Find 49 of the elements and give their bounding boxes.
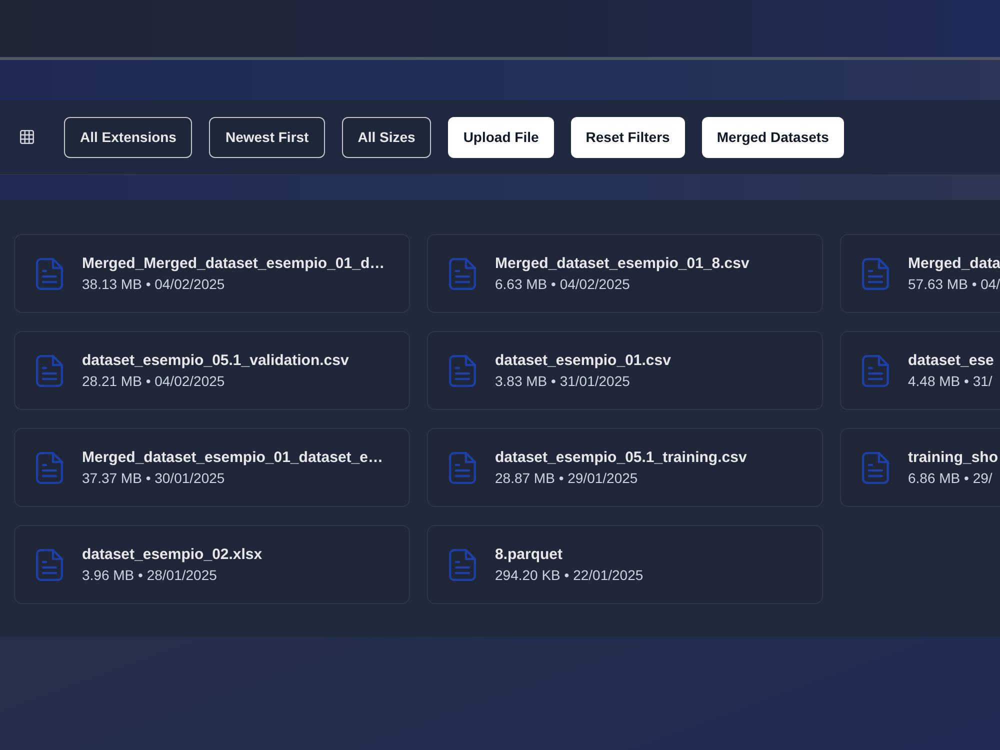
document-icon <box>36 354 63 386</box>
file-card[interactable]: dataset_ese 4.48 MB • 31/ <box>840 331 1000 410</box>
file-name: dataset_esempio_01.csv <box>495 350 671 370</box>
document-icon <box>449 548 476 580</box>
file-card[interactable]: Merged_dataset_esempio_01_8.csv 6.63 MB • 04/02/2025 <box>427 234 823 313</box>
document-icon <box>36 548 63 580</box>
file-name: training_sho <box>908 448 998 468</box>
document-icon <box>862 452 889 484</box>
file-name: dataset_ese <box>908 350 994 370</box>
file-card[interactable]: 8.parquet 294.20 KB • 22/01/2025 <box>427 525 823 604</box>
file-card[interactable]: dataset_esempio_05.1_validation.csv 28.21 MB • 04/02/2025 <box>14 331 410 410</box>
document-icon <box>862 258 889 290</box>
document-icon <box>862 354 889 386</box>
file-card[interactable]: Merged_Merged_dataset_esempio_01_d… 38.13 MB • 04/02/2025 <box>14 234 410 313</box>
file-card[interactable]: dataset_esempio_02.xlsx 3.96 MB • 28/01/2025 <box>14 525 410 604</box>
file-name: 8.parquet <box>495 544 564 564</box>
document-icon <box>36 452 63 484</box>
file-card[interactable]: Merged_dataset_esempio_01_dataset_e… 37.37 MB • 30/01/2025 <box>14 428 410 507</box>
file-card[interactable]: training_sho 6.86 MB • 29/ <box>840 428 1000 507</box>
file-meta: 6.63 MB • 04/02/2025 <box>495 274 631 294</box>
file-meta: 294.20 KB • 22/01/2025 <box>495 566 644 584</box>
file-name: dataset_esempio_05.1_validation.csv <box>82 350 349 370</box>
action-button[interactable]: Reset Filters <box>570 116 685 158</box>
file-meta: 38.13 MB • 04/02/2025 <box>82 274 226 294</box>
file-meta: 57.63 MB • 04/ <box>908 274 1000 294</box>
file-meta: 28.21 MB • 04/02/2025 <box>82 372 226 390</box>
action-button[interactable]: Merged Datasets <box>702 116 844 158</box>
file-meta: 4.48 MB • 31/ <box>908 372 994 390</box>
file-card[interactable]: dataset_esempio_01.csv 3.83 MB • 31/01/2025 <box>427 331 823 410</box>
document-icon <box>36 258 63 290</box>
file-name: Merged_dataset_esempio_01_8.csv <box>495 254 750 274</box>
filter-dropdown[interactable]: All Extensions <box>64 116 192 158</box>
file-meta: 3.96 MB • 28/01/2025 <box>82 566 218 584</box>
file-meta: 37.37 MB • 30/01/2025 <box>82 468 226 488</box>
file-name: dataset_esempio_02.xlsx <box>82 544 262 564</box>
file-meta: 3.83 MB • 31/01/2025 <box>495 372 631 390</box>
file-meta: 28.87 MB • 29/01/2025 <box>495 468 639 488</box>
document-icon <box>449 258 476 290</box>
grid-view-icon[interactable] <box>20 130 34 144</box>
filter-dropdown[interactable]: Newest First <box>209 116 325 158</box>
document-icon <box>449 354 476 386</box>
file-meta: 6.86 MB • 29/ <box>908 468 994 488</box>
document-icon <box>449 452 476 484</box>
file-name: dataset_esempio_05.1_training.csv <box>495 448 747 468</box>
file-name: Merged_dataset_esempio_01_dataset_e… <box>82 448 383 468</box>
filter-dropdown[interactable]: All Sizes <box>342 116 432 158</box>
action-button[interactable]: Upload File <box>448 116 554 158</box>
file-name: Merged_Merged_dataset_esempio_01_d… <box>82 254 385 274</box>
file-card[interactable]: dataset_esempio_05.1_training.csv 28.87 MB • 29/01/2025 <box>427 428 823 507</box>
